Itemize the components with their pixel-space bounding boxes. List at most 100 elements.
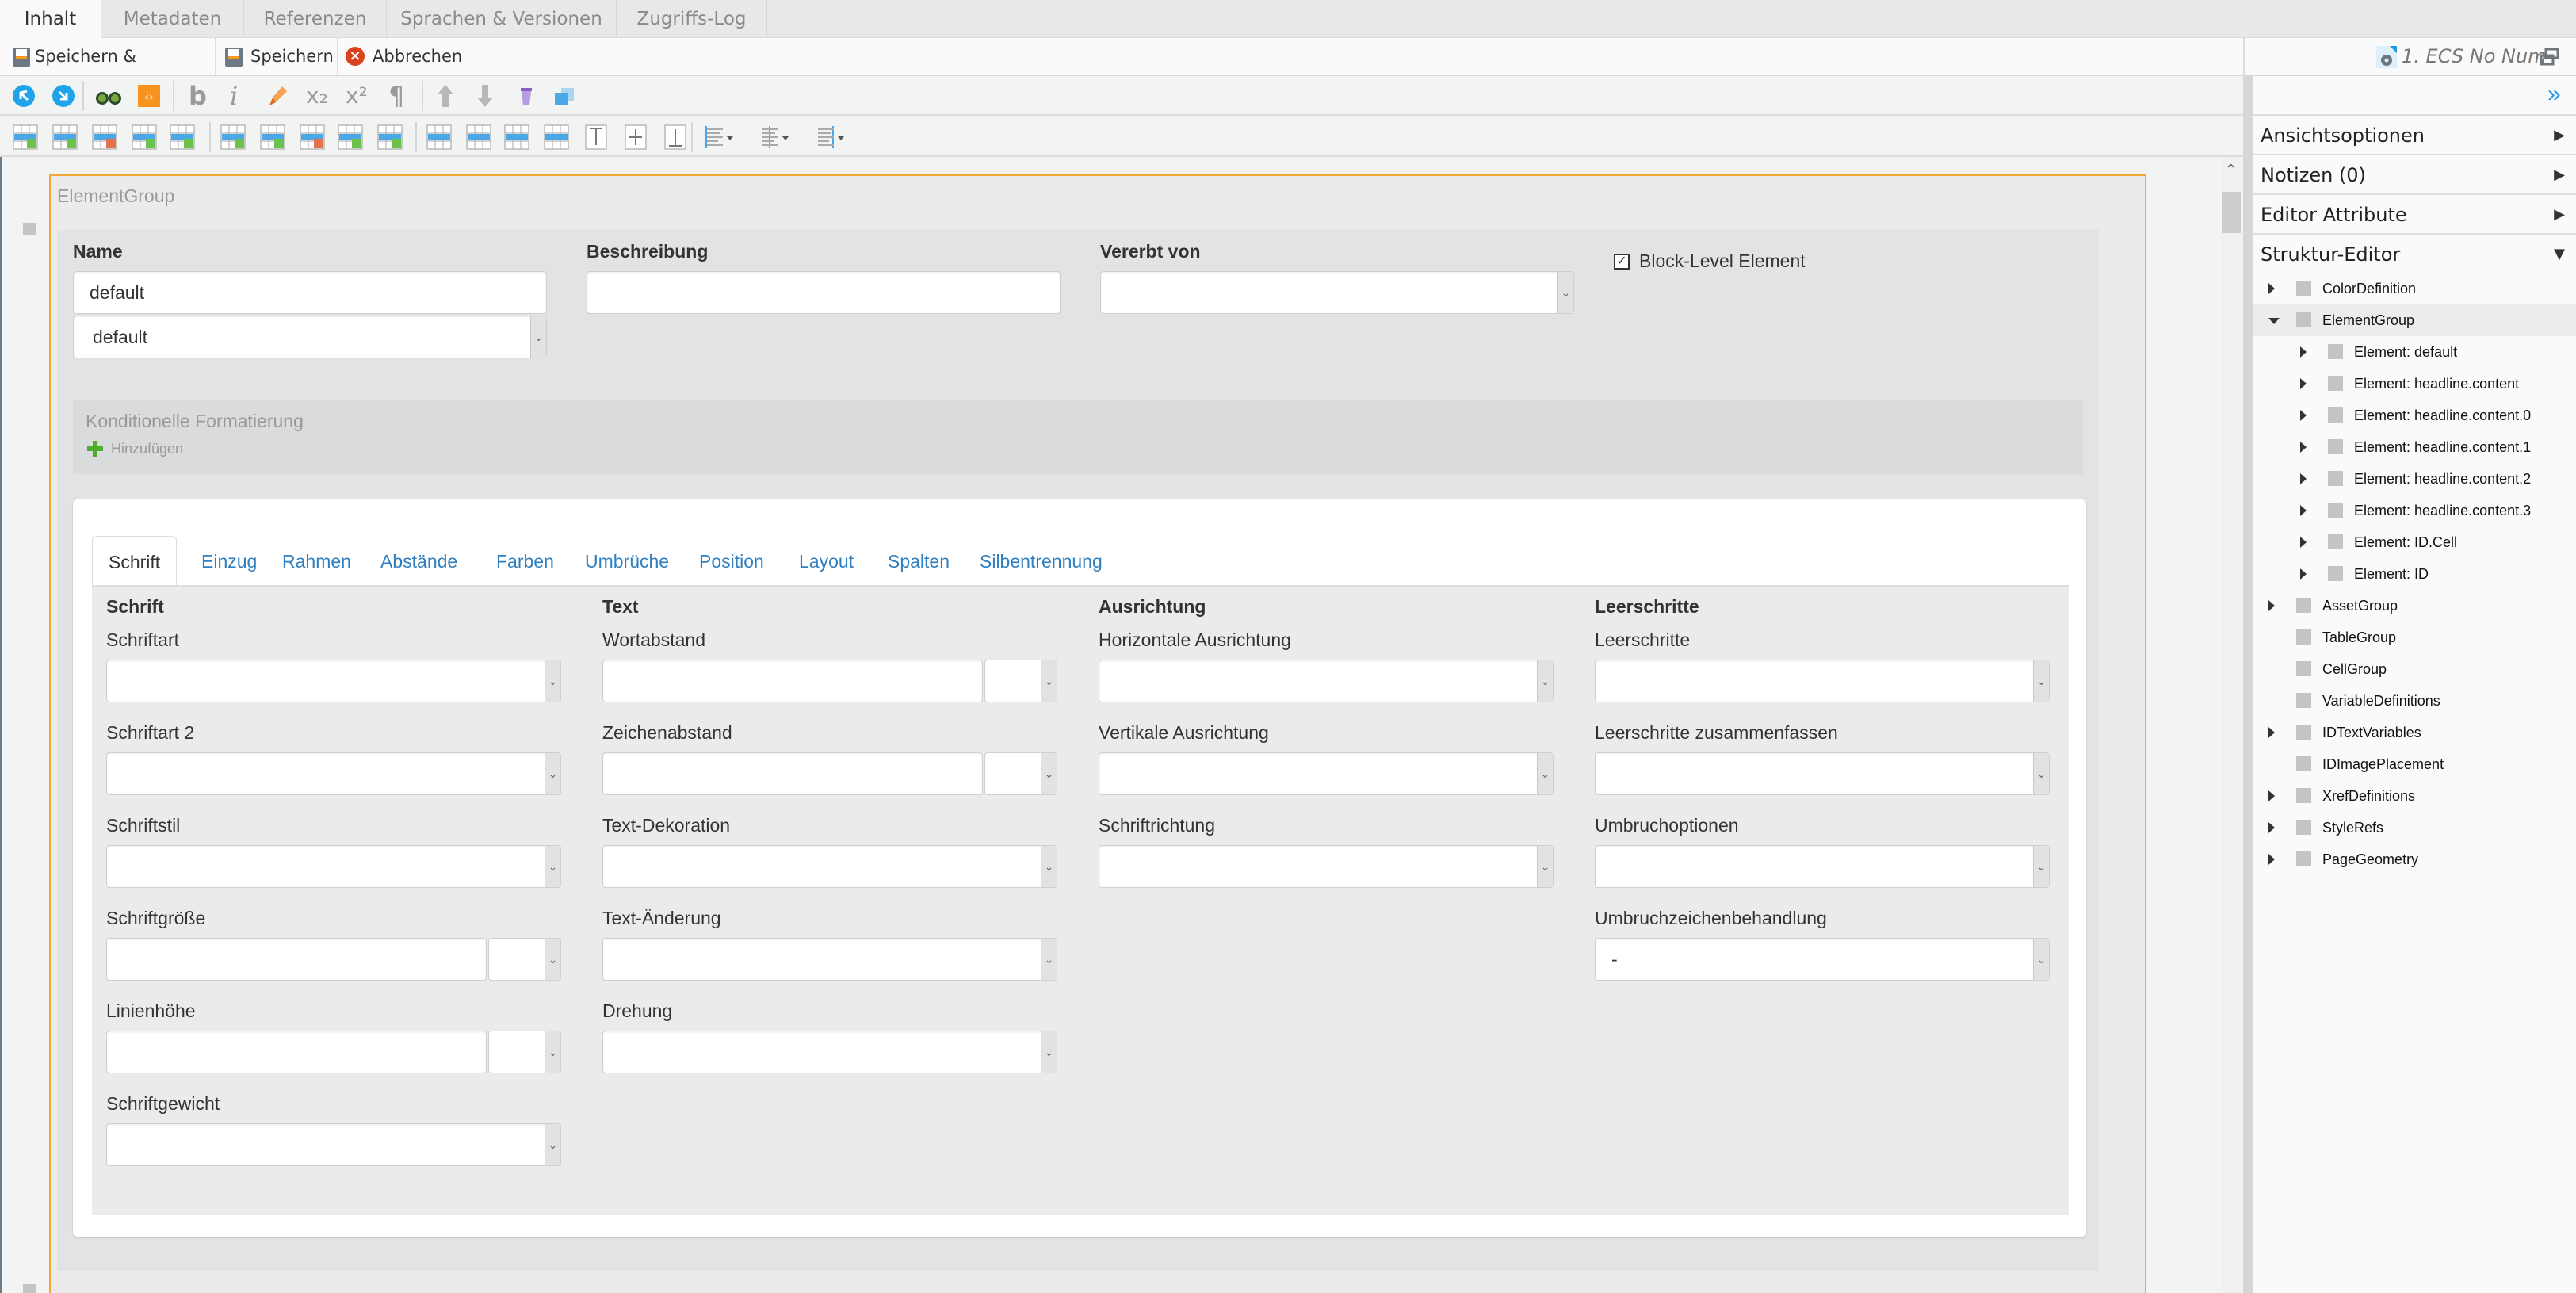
style-tab-layout[interactable]: Layout: [783, 536, 869, 587]
split-vertical-icon[interactable]: [544, 124, 569, 150]
vertical-scrollbar[interactable]: ⌃: [2222, 157, 2241, 1293]
tree-node[interactable]: IDImagePlacement: [2253, 748, 2576, 780]
tree-node[interactable]: ElementGroup: [2253, 304, 2576, 336]
expand-right-icon[interactable]: [2268, 283, 2275, 294]
tree-node[interactable]: Element: headline.content.1: [2253, 431, 2576, 463]
zeichenabstand-unit-select[interactable]: ⌄: [984, 752, 1057, 795]
delete-column-icon[interactable]: [300, 124, 325, 150]
tree-node[interactable]: Element: headline.content.0: [2253, 400, 2576, 431]
leerschritte-select[interactable]: ⌄: [1595, 660, 2050, 702]
window-restore-icon[interactable]: [2540, 48, 2560, 67]
tree-node[interactable]: Element: headline.content: [2253, 368, 2576, 400]
text-dekoration-select[interactable]: ⌄: [602, 845, 1057, 888]
expand-right-icon[interactable]: [2300, 410, 2307, 421]
block-level-checkbox[interactable]: ✓: [1614, 254, 1630, 270]
expand-right-icon[interactable]: [2268, 822, 2275, 833]
superscript-icon[interactable]: x²: [346, 83, 377, 109]
expand-right-icon[interactable]: [2300, 473, 2307, 484]
name-select[interactable]: default ⌄: [73, 316, 547, 358]
duplicate-icon[interactable]: [552, 83, 577, 109]
move-column-left-icon[interactable]: [338, 124, 363, 150]
schriftgewicht-select[interactable]: ⌄: [106, 1123, 561, 1166]
redo-icon[interactable]: [51, 83, 76, 109]
move-up-icon[interactable]: [433, 83, 458, 109]
style-tab-umbrüche[interactable]: Umbrüche: [569, 536, 685, 587]
document-settings-icon[interactable]: [2376, 46, 2397, 68]
style-tab-farben[interactable]: Farben: [480, 536, 570, 587]
expand-right-icon[interactable]: [2300, 568, 2307, 580]
align-center-dropdown-icon[interactable]: [759, 124, 791, 150]
subscript-icon[interactable]: x₂: [306, 83, 338, 109]
expand-right-icon[interactable]: [2268, 790, 2275, 801]
valign-middle-icon[interactable]: [623, 124, 648, 150]
tree-node[interactable]: Element: ID: [2253, 558, 2576, 590]
tab-zugriffs-log[interactable]: Zugriffs-Log: [617, 0, 767, 38]
split-horizontal-icon[interactable]: [504, 124, 529, 150]
tab-referenzen[interactable]: Referenzen: [244, 0, 387, 38]
panel-section-notizen-0-[interactable]: Notizen (0) ▶: [2253, 154, 2576, 193]
highlighter-icon[interactable]: [265, 83, 290, 109]
tree-node[interactable]: IDTextVariables: [2253, 717, 2576, 748]
tree-node[interactable]: XrefDefinitions: [2253, 780, 2576, 812]
tree-node[interactable]: Element: headline.content.2: [2253, 463, 2576, 495]
valign-top-icon[interactable]: [583, 124, 609, 150]
tree-node[interactable]: StyleRefs: [2253, 812, 2576, 844]
expand-right-icon[interactable]: [2268, 727, 2275, 738]
style-tab-position[interactable]: Position: [683, 536, 780, 587]
merge-row-icon[interactable]: [426, 124, 452, 150]
valign-bottom-icon[interactable]: [663, 124, 688, 150]
tree-node[interactable]: Element: headline.content.3: [2253, 495, 2576, 526]
schriftart-select[interactable]: ⌄: [106, 660, 561, 702]
description-input[interactable]: [587, 271, 1061, 314]
tree-node[interactable]: TableGroup: [2253, 622, 2576, 653]
delete-row-icon[interactable]: [92, 124, 117, 150]
expand-down-icon[interactable]: [2268, 318, 2280, 324]
text-änderung-select[interactable]: ⌄: [602, 938, 1057, 981]
umbruchoptionen-select[interactable]: ⌄: [1595, 845, 2050, 888]
tree-node[interactable]: AssetGroup: [2253, 590, 2576, 622]
horizontale-ausrichtung-select[interactable]: ⌄: [1099, 660, 1554, 702]
wortabstand-unit-select[interactable]: ⌄: [984, 660, 1057, 702]
bold-icon[interactable]: b: [189, 83, 214, 109]
style-tab-schrift[interactable]: Schrift: [92, 536, 178, 587]
tree-node[interactable]: ColorDefinition: [2253, 273, 2576, 304]
inherited-select[interactable]: ⌄: [1100, 271, 1574, 314]
align-left-dropdown-icon[interactable]: [704, 124, 736, 150]
name-input[interactable]: default: [73, 271, 547, 314]
style-tab-abstände[interactable]: Abstände: [365, 536, 473, 587]
move-down-icon[interactable]: [472, 83, 498, 109]
linienhöhe-input[interactable]: [106, 1031, 487, 1073]
pilcrow-icon[interactable]: ¶: [388, 83, 414, 109]
save-close-button[interactable]: Speichern & Schließen: [0, 38, 216, 102]
tree-node[interactable]: Element: ID.Cell: [2253, 526, 2576, 558]
panel-section-editor-attribute[interactable]: Editor Attribute ▶: [2253, 193, 2576, 233]
style-tab-rahmen[interactable]: Rahmen: [266, 536, 367, 587]
expand-right-icon[interactable]: [2300, 442, 2307, 453]
tree-node[interactable]: VariableDefinitions: [2253, 685, 2576, 717]
scroll-up-icon[interactable]: ⌃: [2225, 162, 2237, 178]
insert-row-below-icon[interactable]: [52, 124, 78, 150]
move-row-up-icon[interactable]: [132, 124, 157, 150]
scrollbar-thumb[interactable]: [2222, 192, 2241, 233]
insert-row-above-icon[interactable]: [13, 124, 38, 150]
expand-right-icon[interactable]: [2300, 537, 2307, 548]
umbruchzeichenbehandlung-select[interactable]: - ⌄: [1595, 938, 2050, 981]
source-code-icon[interactable]: ‹›: [136, 83, 162, 109]
schriftrichtung-select[interactable]: ⌄: [1099, 845, 1554, 888]
binoculars-icon[interactable]: [95, 83, 121, 109]
tree-node[interactable]: Element: default: [2253, 336, 2576, 368]
schriftart-2-select[interactable]: ⌄: [106, 752, 561, 795]
insert-column-right-icon[interactable]: [260, 124, 285, 150]
wortabstand-input[interactable]: [602, 660, 983, 702]
drag-handle[interactable]: [23, 1284, 36, 1293]
insert-column-left-icon[interactable]: [220, 124, 246, 150]
schriftgröße-unit-select[interactable]: ⌄: [488, 938, 561, 981]
tab-metadaten[interactable]: Metadaten: [101, 0, 244, 38]
tab-inhalt[interactable]: Inhalt: [0, 0, 101, 39]
tab-sprachen-versionen[interactable]: Sprachen & Versionen: [387, 0, 617, 38]
expand-right-icon[interactable]: [2300, 346, 2307, 358]
leerschritte-zusammenfassen-select[interactable]: ⌄: [1595, 752, 2050, 795]
expand-right-icon[interactable]: [2300, 378, 2307, 389]
schriftgröße-input[interactable]: [106, 938, 487, 981]
tree-node[interactable]: PageGeometry: [2253, 844, 2576, 875]
